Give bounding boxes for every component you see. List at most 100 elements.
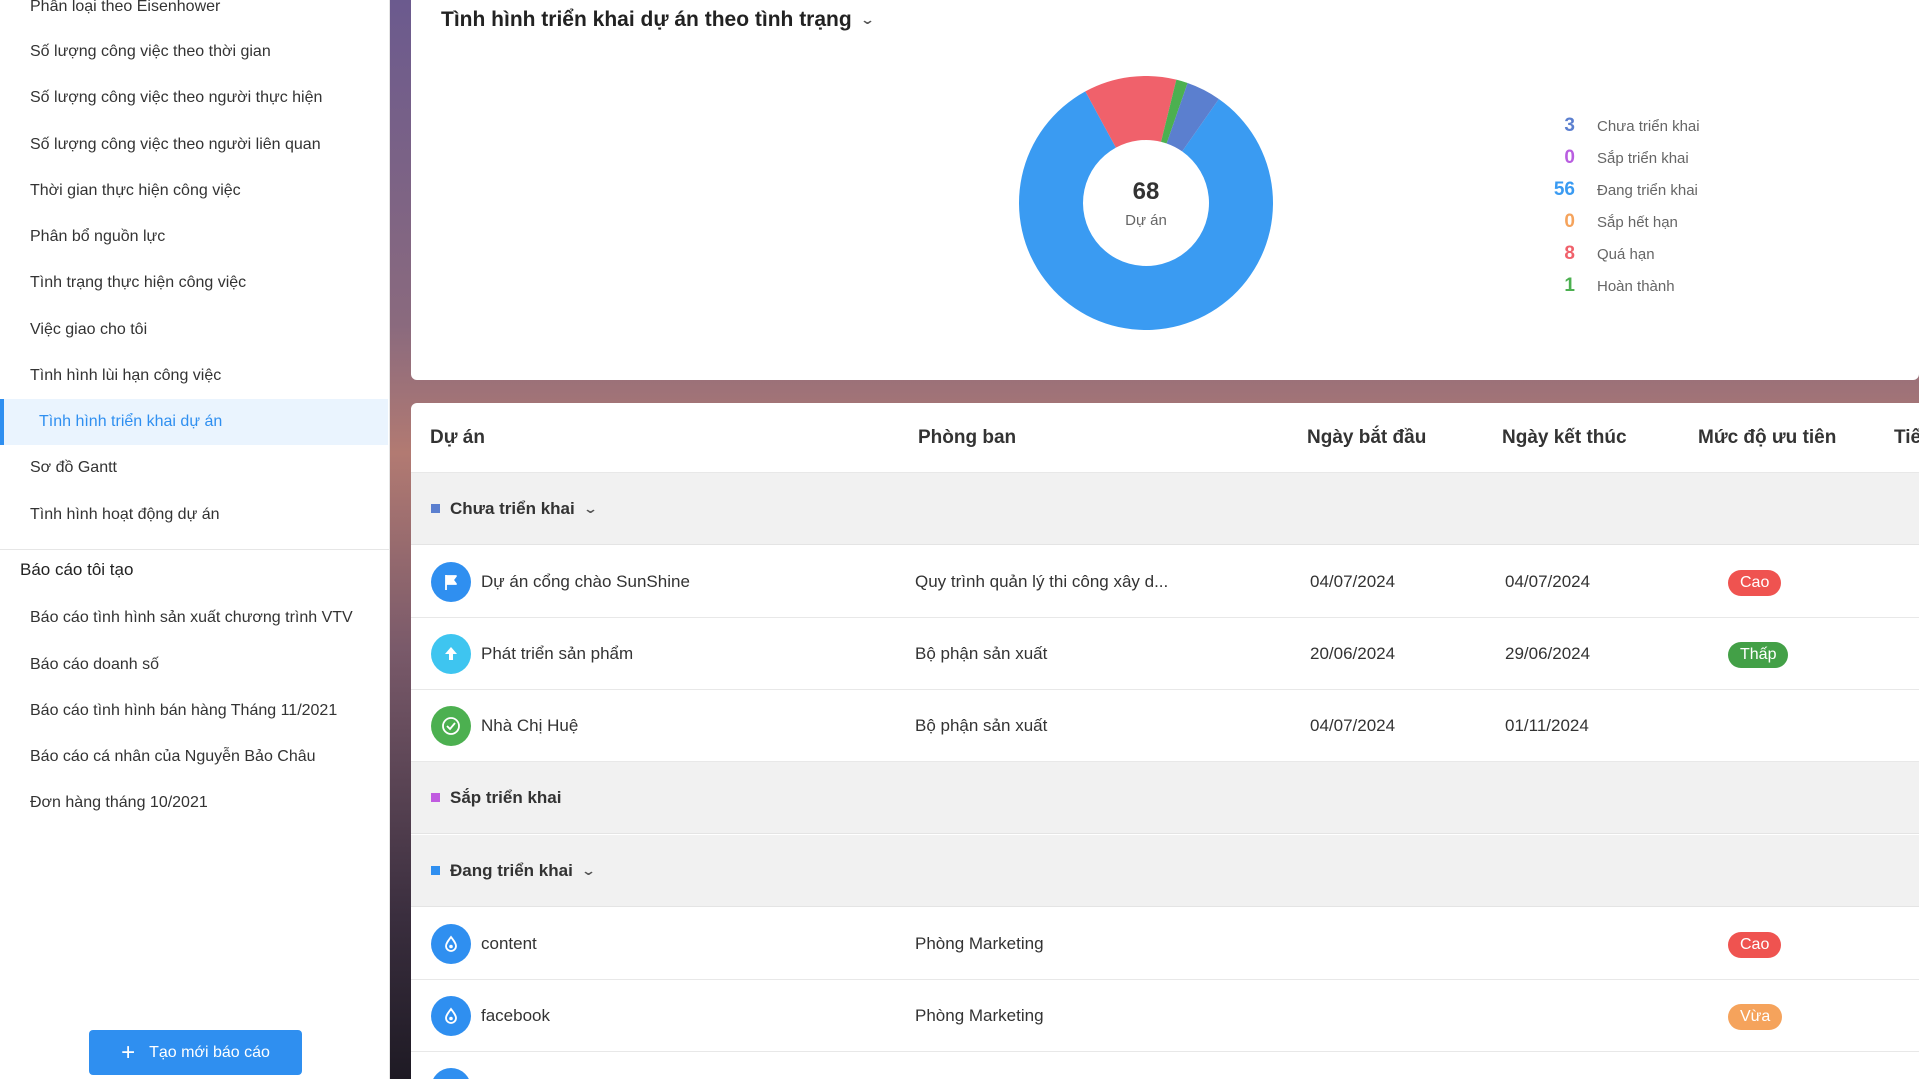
group-label: Đang triển khai	[450, 860, 573, 880]
column-header-start-date[interactable]: Ngày bắt đầu	[1307, 403, 1426, 473]
sidebar-report-item[interactable]: Báo cáo tình hình bán hàng Tháng 11/2021	[30, 688, 337, 734]
priority-badge: Cao	[1728, 932, 1782, 958]
end-date: 29/06/2024	[1505, 644, 1591, 663]
legend-item[interactable]: 0 Sắp hết hạn	[1531, 206, 1700, 238]
donut-center: 68 Dự án	[1019, 76, 1273, 330]
department: Bộ phận sản xuất	[915, 644, 1048, 663]
project-name[interactable]: Phát triển sản phẩm	[481, 618, 633, 690]
column-header-project[interactable]: Dự án	[430, 403, 485, 473]
chevron-down-icon[interactable]: ⌄	[583, 501, 598, 517]
sidebar-item-tasks-by-related[interactable]: Số lượng công việc theo người liên quan	[30, 122, 321, 168]
department: Bộ phận sản xuất	[915, 716, 1048, 735]
group-color-marker	[431, 504, 440, 513]
sidebar-report-item[interactable]: Báo cáo doanh số	[30, 642, 159, 688]
legend-item[interactable]: 56 Đang triển khai	[1531, 174, 1700, 206]
legend-label: Chưa triển khai	[1597, 117, 1700, 135]
sidebar-item-eisenhower[interactable]: Phân loại theo Eisenhower	[30, 0, 220, 30]
legend-count: 56	[1553, 179, 1575, 200]
column-header-priority[interactable]: Mức độ ưu tiên	[1698, 403, 1836, 473]
group-label: Sắp triển khai	[450, 787, 562, 807]
project-name[interactable]: content	[481, 908, 537, 980]
legend-label: Sắp hết hạn	[1597, 213, 1678, 231]
table-header: Dự án Phòng ban Ngày bắt đầu Ngày kết th…	[411, 403, 1919, 473]
group-row-in-progress[interactable]: Đang triển khai ⌄	[411, 835, 1919, 907]
department: Quy trình quản lý thi công xây d...	[915, 572, 1169, 591]
table-row[interactable]: content Phòng Marketing Cao	[411, 908, 1919, 980]
table-row[interactable]	[411, 1052, 1919, 1079]
legend-count: 0	[1564, 147, 1575, 168]
start-date: 04/07/2024	[1310, 716, 1396, 735]
column-header-end-date[interactable]: Ngày kết thúc	[1502, 403, 1627, 473]
table-row[interactable]: facebook Phòng Marketing Vừa	[411, 980, 1919, 1052]
group-color-marker	[431, 793, 440, 802]
department: Phòng Marketing	[915, 934, 1044, 953]
start-date: 20/06/2024	[1310, 644, 1396, 663]
sidebar-item-task-status[interactable]: Tình trạng thực hiện công việc	[30, 260, 246, 306]
legend-item[interactable]: 3 Chưa triển khai	[1531, 110, 1700, 142]
upload-icon	[431, 634, 471, 674]
check-circle-icon	[431, 706, 471, 746]
sidebar: Phân loại theo Eisenhower Số lượng công …	[0, 0, 390, 1079]
chart-title: Tình hình triển khai dự án theo tình trạ…	[441, 8, 852, 31]
sidebar-report-item[interactable]: Báo cáo tình hình sản xuất chương trình …	[30, 595, 353, 641]
drop-icon	[431, 924, 471, 964]
legend-count: 0	[1564, 211, 1575, 232]
project-name[interactable]: Nhà Chị Huệ	[481, 690, 578, 762]
project-name[interactable]: facebook	[481, 980, 550, 1052]
legend-label: Quá hạn	[1597, 245, 1655, 263]
department: Phòng Marketing	[915, 1006, 1044, 1025]
column-header-department[interactable]: Phòng ban	[918, 403, 1016, 473]
drop-icon	[431, 996, 471, 1036]
donut-total: 68	[1132, 177, 1160, 205]
create-report-label: Tạo mới báo cáo	[149, 1043, 270, 1061]
project-table: Dự án Phòng ban Ngày bắt đầu Ngày kết th…	[411, 403, 1919, 1079]
flag-icon	[431, 562, 471, 602]
table-row[interactable]: Phát triển sản phẩm Bộ phận sản xuất 20/…	[411, 618, 1919, 690]
donut-label: Dự án	[1125, 211, 1167, 229]
create-report-button[interactable]: + Tạo mới báo cáo	[89, 1030, 302, 1075]
end-date: 04/07/2024	[1505, 572, 1591, 591]
priority-badge: Thấp	[1728, 642, 1789, 668]
sidebar-item-project-activity[interactable]: Tình hình hoạt động dự án	[30, 492, 220, 538]
sidebar-item-tasks-by-assignee[interactable]: Số lượng công việc theo người thực hiện	[30, 75, 322, 121]
end-date: 01/11/2024	[1505, 716, 1589, 735]
sidebar-item-assigned-to-me[interactable]: Việc giao cho tôi	[30, 307, 147, 353]
start-date: 04/07/2024	[1310, 572, 1396, 591]
legend-count: 3	[1564, 115, 1575, 136]
drop-icon	[431, 1068, 471, 1079]
sidebar-item-deadline-delay[interactable]: Tình hình lùi hạn công việc	[30, 353, 221, 399]
column-header-progress[interactable]: Tiế	[1894, 403, 1919, 473]
project-status-chart-card: Tình hình triển khai dự án theo tình trạ…	[411, 0, 1919, 380]
priority-badge: Cao	[1728, 570, 1782, 596]
sidebar-section-title: Báo cáo tôi tạo	[20, 560, 134, 579]
sidebar-item-resource-allocation[interactable]: Phân bổ nguồn lực	[30, 214, 165, 260]
sidebar-item-project-deployment[interactable]: Tình hình triển khai dự án	[0, 399, 388, 445]
priority-badge: Vừa	[1728, 1004, 1783, 1030]
sidebar-item-tasks-by-time[interactable]: Số lượng công việc theo thời gian	[30, 29, 271, 75]
chart-title-dropdown[interactable]: Tình hình triển khai dự án theo tình trạ…	[441, 8, 875, 32]
legend-count: 8	[1564, 243, 1575, 264]
group-row-upcoming[interactable]: Sắp triển khai	[411, 762, 1919, 834]
sidebar-report-item[interactable]: Đơn hàng tháng 10/2021	[30, 780, 208, 826]
sidebar-item-task-duration[interactable]: Thời gian thực hiện công việc	[30, 168, 241, 214]
sidebar-report-item[interactable]: Báo cáo cá nhân của Nguyễn Bảo Châu	[30, 734, 316, 780]
legend-label: Hoàn thành	[1597, 277, 1675, 295]
legend-item[interactable]: 1 Hoàn thành	[1531, 270, 1700, 302]
chevron-down-icon[interactable]: ⌄	[581, 863, 596, 879]
legend-label: Sắp triển khai	[1597, 149, 1689, 167]
chart-legend: 3 Chưa triển khai 0 Sắp triển khai 56 Đang tr…	[1531, 110, 1700, 302]
group-row-not-started[interactable]: Chưa triển khai ⌄	[411, 473, 1919, 545]
donut-chart: 68 Dự án	[1019, 76, 1273, 331]
legend-count: 1	[1564, 275, 1575, 296]
sidebar-divider	[0, 549, 390, 550]
table-row[interactable]: Dự án cổng chào SunShine Quy trình quản …	[411, 546, 1919, 618]
legend-item[interactable]: 8 Quá hạn	[1531, 238, 1700, 270]
legend-item[interactable]: 0 Sắp triển khai	[1531, 142, 1700, 174]
project-name[interactable]: Dự án cổng chào SunShine	[481, 546, 690, 618]
plus-icon: +	[121, 1038, 136, 1066]
group-label: Chưa triển khai	[450, 498, 575, 518]
legend-label: Đang triển khai	[1597, 181, 1698, 199]
chevron-down-icon: ⌄	[859, 12, 875, 27]
table-row[interactable]: Nhà Chị Huệ Bộ phận sản xuất 04/07/2024 …	[411, 690, 1919, 762]
sidebar-item-gantt[interactable]: Sơ đồ Gantt	[30, 445, 117, 491]
